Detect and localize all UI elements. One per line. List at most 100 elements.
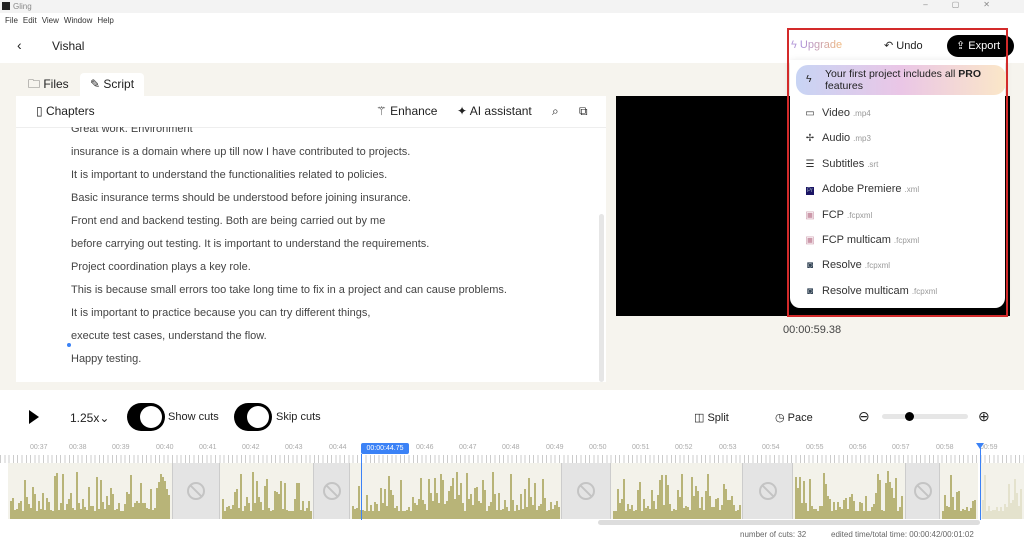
window-controls[interactable]: –▢✕ <box>923 0 1014 9</box>
script-line[interactable]: Basic insurance terms should be understo… <box>71 192 411 204</box>
speed-select[interactable]: 1.25x⌄ <box>70 411 109 425</box>
timeline-tick: 00:37 <box>30 444 48 451</box>
edited-time: edited time/total time: 00:00:42/00:01:0… <box>831 530 974 539</box>
tab-script[interactable]: ✎ Script <box>80 73 145 96</box>
menu-view[interactable]: View <box>42 16 59 25</box>
script-line[interactable]: Front end and backend testing. Both are … <box>71 215 385 227</box>
clip-segment[interactable] <box>220 463 313 519</box>
timeline-tick: 00:43 <box>285 444 303 451</box>
waveform-bar <box>1020 489 1022 519</box>
menu-window[interactable]: Window <box>64 16 92 25</box>
ai-assistant-button[interactable]: ✦ AI assistant <box>457 104 532 118</box>
window-title: Gling <box>13 2 32 11</box>
menu-help[interactable]: Help <box>97 16 113 25</box>
zoom-slider[interactable] <box>882 412 968 421</box>
show-cuts-toggle[interactable] <box>127 403 165 431</box>
cut-icon <box>758 482 777 500</box>
timeline-tick: 00:46 <box>416 444 434 451</box>
highlight-box <box>787 28 1008 317</box>
cut-segment[interactable] <box>172 463 220 519</box>
cut-icon <box>577 482 595 500</box>
script-line[interactable]: Happy testing. <box>71 353 141 365</box>
menu-bar: File Edit View Window Help <box>0 13 1024 29</box>
project-name: Vishal <box>52 39 85 53</box>
timeline-tick: 00:38 <box>69 444 87 451</box>
script-line[interactable]: Project coordination plays a key role. <box>71 261 251 273</box>
cut-segment[interactable] <box>313 463 350 519</box>
cuts-count: number of cuts: 32 <box>740 530 807 539</box>
zoom-in-icon[interactable]: ⊕ <box>978 408 990 425</box>
menu-edit[interactable]: Edit <box>23 16 37 25</box>
folder-icon: 🗀 <box>28 77 44 91</box>
timeline-tick: 00:42 <box>242 444 260 451</box>
clip-segment[interactable] <box>793 463 905 519</box>
timeline-tick: 00:55 <box>806 444 824 451</box>
script-scrollbar[interactable] <box>599 214 604 382</box>
chevron-down-icon: ⌄ <box>99 411 110 425</box>
script-line[interactable]: It is important to practice because you … <box>71 307 370 319</box>
split-icon: ◫ <box>694 412 708 424</box>
title-bar: Gling –▢✕ <box>0 0 1024 13</box>
app-icon <box>2 2 10 10</box>
timeline-tick: 00:53 <box>719 444 737 451</box>
timeline-tick: 00:54 <box>762 444 780 451</box>
cut-icon <box>187 482 205 500</box>
clip-segment[interactable] <box>611 463 742 519</box>
tab-files[interactable]: 🗀 Files <box>18 73 79 96</box>
clock-icon: ◷ <box>775 412 788 424</box>
timeline-tick: 00:44 <box>329 444 347 451</box>
waveform-bar <box>310 510 312 519</box>
bookmark-icon: ▯ <box>36 104 46 118</box>
search-icon[interactable]: ⌕ <box>552 104 559 119</box>
cut-segment[interactable] <box>742 463 793 519</box>
end-marker-arrow <box>976 443 984 449</box>
waveform-bar <box>558 506 560 519</box>
chapters-button[interactable]: ▯ Chapters <box>36 104 95 118</box>
timeline-scrollbar[interactable] <box>598 520 980 525</box>
show-cuts-label: Show cuts <box>168 411 219 423</box>
script-line[interactable]: before carrying out testing. It is impor… <box>71 238 429 250</box>
sparkle-icon: ✦ <box>457 104 470 118</box>
trailing-clip[interactable] <box>980 463 1024 519</box>
waveform-bar <box>901 495 903 519</box>
timeline-tick: 00:57 <box>892 444 910 451</box>
clip-segment[interactable] <box>350 463 561 519</box>
pencil-icon: ✎ <box>90 77 104 91</box>
script-line[interactable]: It is important to understand the functi… <box>71 169 387 181</box>
clip-segment[interactable] <box>8 463 172 519</box>
timeline-tick: 00:49 <box>546 444 564 451</box>
waveform-bar <box>974 499 976 519</box>
magic-wand-icon: ⚚ <box>376 104 391 118</box>
timeline-tick: 00:50 <box>589 444 607 451</box>
cut-icon <box>913 482 932 500</box>
timeline-tick: 00:41 <box>199 444 217 451</box>
cut-icon <box>322 482 341 500</box>
cut-segment[interactable] <box>905 463 940 519</box>
timeline-tick: 00:51 <box>632 444 650 451</box>
back-button[interactable]: ‹ <box>17 37 22 53</box>
timeline-tick: 00:47 <box>459 444 477 451</box>
script-line[interactable]: insurance is a domain where up till now … <box>71 146 410 158</box>
text-cursor <box>67 343 71 347</box>
timeline-tick: 00:48 <box>502 444 520 451</box>
clip-segment[interactable] <box>940 463 978 519</box>
zoom-out-icon[interactable]: ⊖ <box>858 408 870 425</box>
video-timestamp: 00:00:59.38 <box>783 324 842 336</box>
play-button[interactable] <box>29 410 39 424</box>
skip-cuts-label: Skip cuts <box>276 411 321 423</box>
menu-file[interactable]: File <box>5 16 18 25</box>
skip-cuts-toggle[interactable] <box>234 403 272 431</box>
script-line[interactable]: This is because small errors too take lo… <box>71 284 507 296</box>
cut-segment[interactable] <box>561 463 611 519</box>
split-button[interactable]: ◫ Split <box>694 411 729 424</box>
timeline-tick: 00:40 <box>156 444 174 451</box>
timeline-tick: 00:58 <box>936 444 954 451</box>
pace-button[interactable]: ◷ Pace <box>775 411 813 424</box>
playhead[interactable]: 00:00:44.75 <box>361 443 409 454</box>
copy-icon[interactable]: ⧉ <box>579 104 588 119</box>
enhance-button[interactable]: ⚚ Enhance <box>376 104 437 118</box>
playhead-line <box>361 454 362 520</box>
timeline-ruler[interactable] <box>0 455 1024 463</box>
timeline-tick: 00:52 <box>675 444 693 451</box>
script-line[interactable]: execute test cases, understand the flow. <box>71 330 267 342</box>
